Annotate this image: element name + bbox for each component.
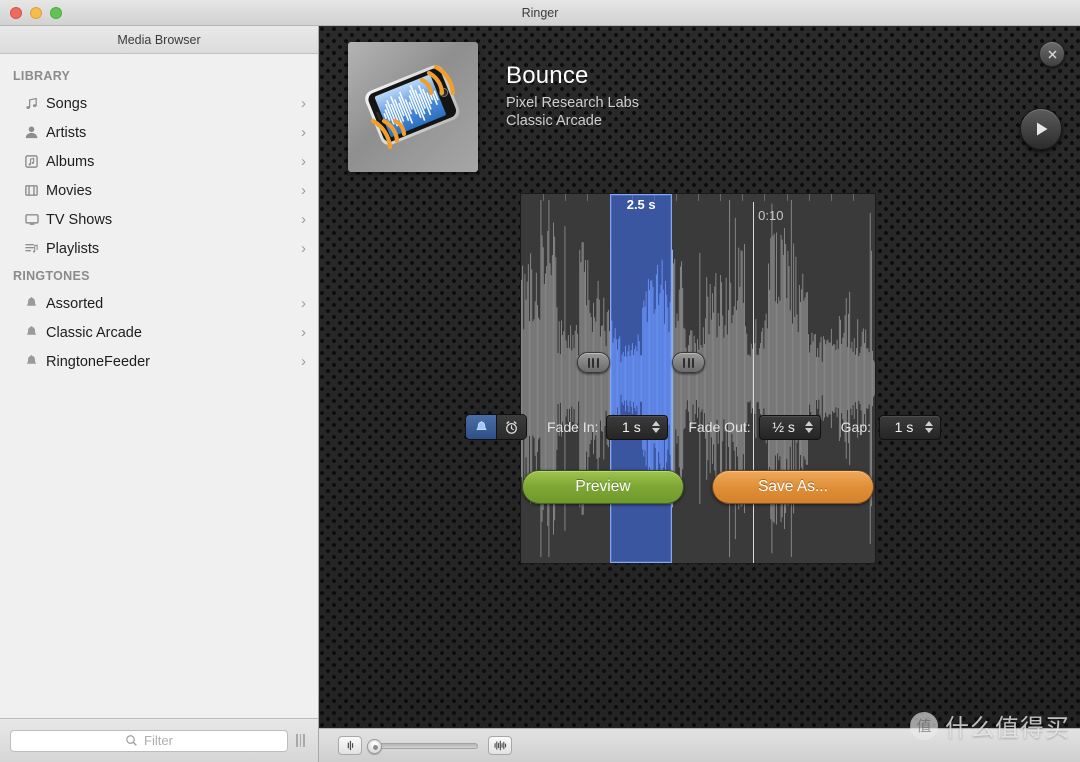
action-buttons: Preview Save As... [522,470,874,504]
sidebar: Media Browser LIBRARY Songs › Artists › [0,26,319,762]
bottom-bar [319,728,1080,762]
fade-in-label: Fade In: [547,419,599,435]
sidebar-item-label: Artists [46,124,87,141]
tv-icon [24,211,46,229]
window-title: Ringer [521,6,559,20]
waveform-zoom-in-icon[interactable] [488,736,512,755]
alarm-clock-icon[interactable] [496,415,526,439]
album-icon [24,153,46,171]
filter-placeholder: Filter [144,733,173,748]
fade-out-stepper[interactable]: ½ s [758,414,821,440]
sidebar-header-title: Media Browser [0,26,318,54]
chevron-right-icon: › [301,295,306,312]
gap-label: Gap: [840,419,871,435]
selection-handle-right[interactable] [672,352,705,373]
sidebar-item-label: Playlists [46,240,100,257]
sidebar-item-label: Albums [46,153,95,170]
sidebar-item-label: Assorted [46,295,104,312]
title-bar: Ringer [0,0,1080,26]
main-panel: Bounce Pixel Research Labs Classic Arcad… [319,26,1080,728]
sidebar-item-ringtonefeeder[interactable]: RingtoneFeeder › [0,347,318,376]
track-metadata: Bounce Pixel Research Labs Classic Arcad… [506,62,639,129]
sidebar-group-ringtones: RINGTONES [13,269,90,283]
film-icon [24,182,46,200]
sidebar-item-label: Movies [46,182,92,199]
sidebar-item-albums[interactable]: Albums › [0,147,318,176]
sidebar-resize-grip[interactable] [296,734,305,747]
sidebar-filter-bar: Filter [0,718,318,762]
search-icon [126,735,137,746]
chevron-right-icon: › [301,124,306,141]
waveform-graphic [521,199,875,558]
sidebar-list: LIBRARY Songs › Artists › Albums › Movie… [0,54,318,718]
filter-input[interactable]: Filter [10,729,288,752]
preview-button[interactable]: Preview [522,470,684,504]
sidebar-item-playlists[interactable]: Playlists › [0,234,318,263]
stepper-arrows-icon[interactable] [652,421,661,433]
stepper-arrows-icon[interactable] [804,421,813,433]
sidebar-item-classic-arcade[interactable]: Classic Arcade › [0,318,318,347]
controls-row: Fade In: 1 s Fade Out: ½ s Gap: 1 s [465,414,941,440]
track-artist: Pixel Research Labs [506,95,639,111]
waveform-panel[interactable]: 0:10 2.5 s [520,193,876,564]
fade-in-stepper[interactable]: 1 s [606,414,669,440]
sidebar-item-assorted[interactable]: Assorted › [0,289,318,318]
playlist-icon [24,240,46,258]
chevron-right-icon: › [301,324,306,341]
fade-out-label: Fade Out: [688,419,751,435]
sidebar-item-label: RingtoneFeeder [46,353,150,370]
person-icon [24,124,46,142]
selection-region[interactable]: 2.5 s [610,194,673,563]
waveform-time-label: 0:10 [758,208,784,223]
sidebar-item-songs[interactable]: Songs › [0,89,318,118]
bell-icon [24,324,46,342]
close-icon[interactable] [1039,41,1065,67]
track-title: Bounce [506,62,589,89]
selection-duration-label: 2.5 s [626,197,656,212]
sidebar-item-label: Songs [46,95,88,112]
ringtone-mode-toggle[interactable] [465,414,527,440]
ringer-window: Ringer Media Browser LIBRARY Songs › Art… [0,0,1080,762]
music-note-icon [24,95,46,113]
selection-handle-left[interactable] [576,352,610,373]
bell-icon [24,295,46,313]
bell-icon [24,353,46,371]
gap-stepper[interactable]: 1 s [879,414,941,440]
waveform-zoom-out-icon[interactable] [338,736,362,755]
sidebar-item-label: Classic Arcade [46,324,142,341]
playhead-marker [752,202,754,563]
chevron-right-icon: › [301,153,306,170]
stepper-arrows-icon[interactable] [925,421,933,433]
bell-icon[interactable] [466,415,496,439]
sidebar-item-tv-shows[interactable]: TV Shows › [0,205,318,234]
chevron-right-icon: › [301,240,306,257]
play-button[interactable] [1020,108,1062,150]
sidebar-item-artists[interactable]: Artists › [0,118,318,147]
chevron-right-icon: › [301,211,306,228]
save-as-button[interactable]: Save As... [712,470,874,504]
zoom-slider[interactable] [367,738,478,754]
chevron-right-icon: › [301,353,306,370]
zoom-slider-knob[interactable] [367,738,382,754]
sidebar-item-label: TV Shows [46,211,113,228]
chevron-right-icon: › [301,182,306,199]
album-artwork [348,42,478,172]
track-album: Classic Arcade [506,113,602,129]
chevron-right-icon: › [301,95,306,112]
sidebar-item-movies[interactable]: Movies › [0,176,318,205]
sidebar-group-library: LIBRARY [13,69,71,83]
